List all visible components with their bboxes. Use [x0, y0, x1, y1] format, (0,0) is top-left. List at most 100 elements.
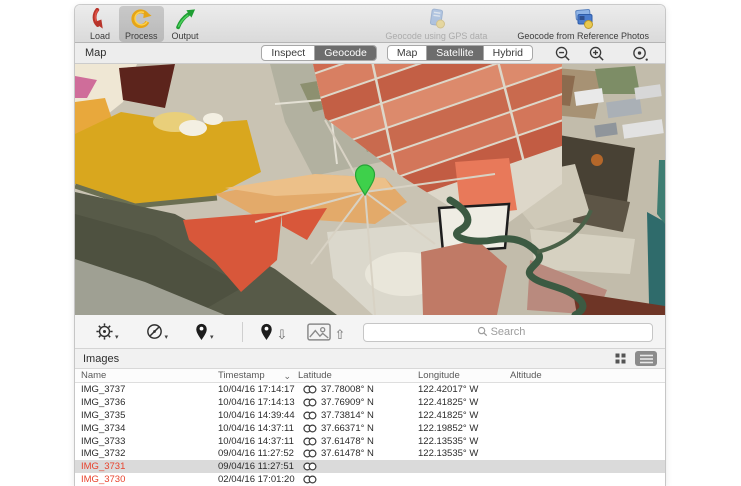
row-name: IMG_3735: [81, 409, 126, 421]
segment-satellite[interactable]: Satellite: [427, 46, 484, 60]
table-row[interactable]: IMG_3736 10/04/16 17:14:13 37.76909° N 122.…: [75, 395, 665, 409]
gps-badge-icon: [303, 462, 317, 471]
row-longitude: 122.41825° W: [418, 396, 479, 408]
row-timestamp: 10/04/16 14:37:11: [218, 435, 294, 447]
geocode-gps-button: Geocode using GPS data: [379, 6, 493, 42]
column-header-name[interactable]: Name: [75, 370, 213, 381]
assign-location-button[interactable]: ⇩: [259, 322, 288, 342]
row-timestamp: 10/04/16 17:14:13: [218, 396, 295, 408]
gps-badge-icon: [303, 437, 317, 445]
table-row[interactable]: IMG_3733 10/04/16 14:37:11 37.61478° N 122.…: [75, 434, 665, 448]
table-row[interactable]: IMG_3731 09/04/16 11:27:51: [75, 460, 665, 474]
row-name: IMG_3734: [81, 422, 126, 434]
gps-badge-icon: [303, 449, 317, 458]
row-longitude: 122.13535° W: [418, 448, 479, 460]
map-settings-button[interactable]: [627, 44, 653, 62]
arrow-down-icon: ⇩: [276, 327, 288, 342]
zoom-in-button[interactable]: [583, 44, 609, 62]
row-longitude: 122.19852° W: [418, 422, 479, 434]
row-timestamp: 10/04/16 14:37:11: [218, 422, 294, 434]
compass-icon: [146, 324, 162, 339]
settings-target-icon: [633, 46, 648, 61]
pin-dropdown-button[interactable]: ▾: [194, 322, 214, 341]
segment-geocode[interactable]: Geocode: [315, 46, 376, 60]
row-name: IMG_3737: [81, 383, 126, 395]
reference-photos-icon: [570, 8, 596, 30]
row-latitude: 37.78008° N: [293, 384, 413, 395]
list-view-button[interactable]: [635, 351, 657, 366]
segment-hybrid[interactable]: Hybrid: [484, 46, 532, 60]
geocode-reference-photos-button[interactable]: Geocode from Reference Photos: [511, 6, 655, 42]
image-icon: [307, 322, 332, 341]
search-input[interactable]: [363, 322, 653, 342]
show-image-location-button[interactable]: ⇧: [307, 322, 346, 342]
row-longitude: 122.13535° W: [418, 435, 479, 447]
row-timestamp: 10/04/16 14:39:44: [218, 409, 295, 421]
gps-badge-icon: [303, 475, 317, 484]
dropdown-arrow-icon: ▾: [164, 334, 169, 341]
row-name: IMG_3733: [81, 435, 126, 447]
load-button-label: Load: [89, 30, 111, 41]
column-header-timestamp[interactable]: Timestamp ⌄: [213, 370, 293, 381]
table-row[interactable]: IMG_3734 10/04/16 14:37:11 37.66371° N 122.…: [75, 421, 665, 435]
app-window: Load Process Output Geocode using GPS da…: [75, 5, 665, 486]
process-button-label: Process: [125, 30, 158, 41]
output-button-label: Output: [171, 30, 199, 41]
zoom-out-icon: [555, 46, 570, 61]
table-row[interactable]: IMG_3735 10/04/16 14:39:44 37.73814° N 122.…: [75, 408, 665, 422]
compass-dropdown-button[interactable]: ▾: [145, 322, 169, 341]
gear-icon: [96, 323, 113, 340]
row-name: IMG_3732: [81, 448, 126, 460]
images-table-header: Name Timestamp ⌄ Latitude Longitude Alti…: [75, 369, 665, 383]
row-longitude: 122.41825° W: [418, 409, 479, 421]
pin-icon: [196, 323, 207, 341]
list-view-icon: [639, 354, 653, 363]
column-header-latitude[interactable]: Latitude: [293, 370, 413, 381]
column-header-longitude[interactable]: Longitude: [413, 370, 505, 381]
geocode-reference-photos-button-label: Geocode from Reference Photos: [517, 30, 649, 41]
gps-badge-icon: [303, 385, 317, 394]
images-panel-header: Images: [75, 349, 665, 369]
output-button[interactable]: Output: [166, 6, 205, 42]
arrow-up-icon: ⇧: [334, 326, 346, 342]
row-timestamp: 09/04/16 11:27:52: [218, 448, 294, 460]
row-latitude: 37.61478° N: [293, 436, 413, 447]
load-button[interactable]: Load: [83, 6, 117, 42]
gps-data-document-icon: [424, 8, 448, 30]
load-icon: [89, 7, 111, 30]
row-latitude: 37.66371° N: [293, 423, 413, 434]
map-header-bar: Map Inspect Geocode Map Satellite Hybrid: [75, 43, 665, 64]
map-view[interactable]: [75, 64, 665, 315]
toolbar-separator: [241, 321, 243, 342]
geocode-gps-button-label: Geocode using GPS data: [385, 30, 488, 41]
grid-view-button[interactable]: [609, 351, 631, 366]
segment-map[interactable]: Map: [388, 46, 428, 60]
map-settings-dropdown-button[interactable]: ▾: [95, 322, 119, 341]
row-name: IMG_3731: [81, 461, 126, 473]
zoom-in-icon: [589, 46, 604, 61]
row-timestamp: 10/04/16 17:14:17: [218, 383, 295, 395]
map-type-segmented-control: Map Satellite Hybrid: [386, 45, 533, 61]
row-latitude: 37.73814° N: [293, 410, 413, 421]
sort-indicator-icon: ⌄: [283, 370, 291, 381]
row-latitude: 37.76909° N: [293, 397, 413, 408]
segment-inspect[interactable]: Inspect: [262, 46, 316, 60]
process-button[interactable]: Process: [119, 5, 164, 42]
table-row[interactable]: IMG_3737 10/04/16 17:14:17 37.78008° N 122.…: [75, 383, 665, 396]
pin-icon: [260, 323, 272, 341]
row-name: IMG_3730: [81, 474, 126, 486]
dropdown-arrow-icon: ▾: [210, 334, 214, 341]
dropdown-arrow-icon: ▾: [115, 334, 119, 341]
table-row[interactable]: IMG_3732 09/04/16 11:27:52 37.61478° N 122.…: [75, 447, 665, 461]
gps-badge-icon: [303, 411, 317, 420]
gps-badge-icon: [303, 398, 317, 407]
map-panel-title: Map: [85, 47, 107, 59]
table-row[interactable]: IMG_3730 02/04/16 17:01:20: [75, 473, 665, 486]
images-table-body: IMG_3737 10/04/16 17:14:17 37.78008° N 122.…: [75, 383, 665, 486]
view-toggle-group: [609, 351, 657, 366]
map-toolbar: ▾ ▾ ▾ ⇩ ⇧ Search: [75, 315, 665, 349]
column-header-altitude[interactable]: Altitude: [505, 370, 665, 381]
row-longitude: 122.42017° W: [418, 383, 479, 395]
zoom-out-button[interactable]: [549, 44, 575, 62]
grid-view-icon: [615, 353, 625, 364]
